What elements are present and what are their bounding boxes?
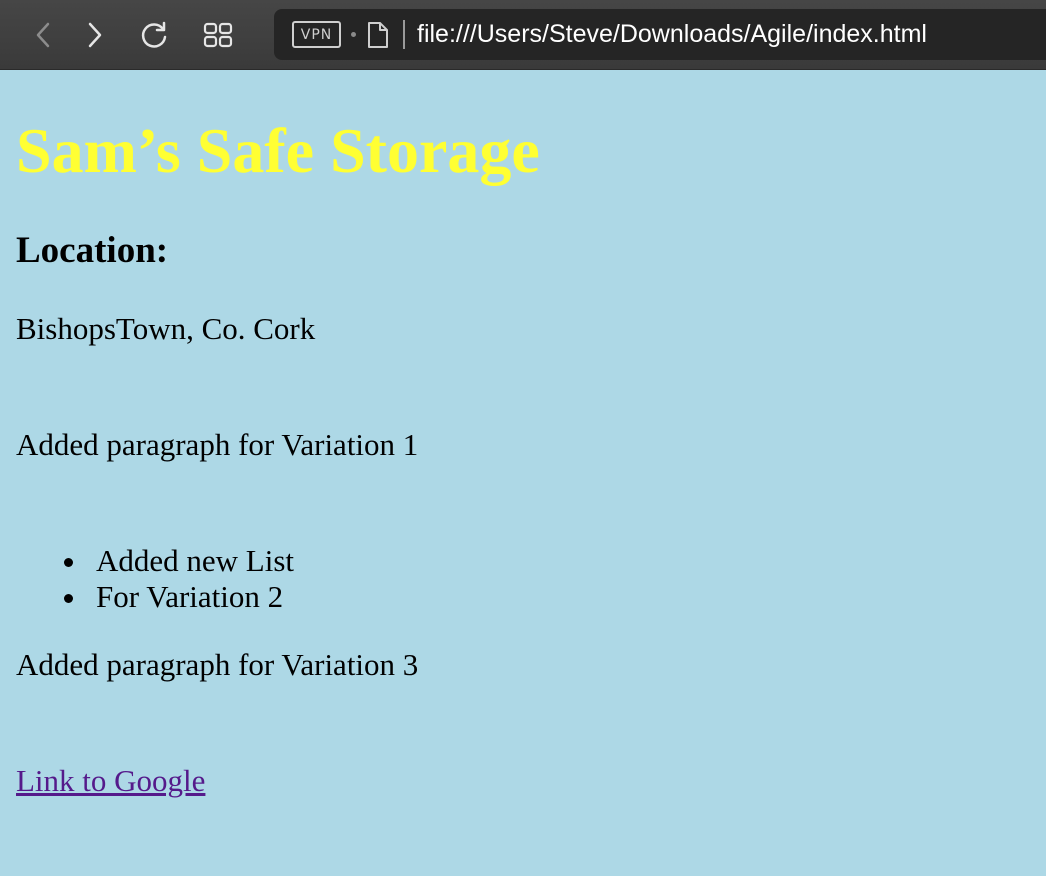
page-icon xyxy=(368,22,388,48)
forward-button[interactable] xyxy=(77,17,113,53)
back-button[interactable] xyxy=(25,17,61,53)
list-item: For Variation 2 xyxy=(64,579,294,615)
page-title: Sam’s Safe Storage xyxy=(16,115,540,186)
address-divider xyxy=(403,20,405,49)
location-text: BishopsTown, Co. Cork xyxy=(16,311,316,346)
browser-toolbar: VPN file:///Users/Steve/Downloads/Agile/… xyxy=(0,0,1046,70)
chevron-right-icon xyxy=(88,22,102,48)
variation-3-paragraph: Added paragraph for Variation 3 xyxy=(16,647,419,682)
separator-dot xyxy=(351,32,356,37)
chevron-left-icon xyxy=(36,22,50,48)
speed-dial-button[interactable] xyxy=(200,17,236,53)
url-text[interactable]: file:///Users/Steve/Downloads/Agile/inde… xyxy=(417,19,927,49)
reload-icon xyxy=(141,21,167,48)
google-link[interactable]: Link to Google xyxy=(16,763,205,799)
list-item: Added new List xyxy=(64,543,294,579)
variation-2-list: Added new List For Variation 2 xyxy=(64,543,294,615)
vpn-badge[interactable]: VPN xyxy=(292,21,341,48)
reload-button[interactable] xyxy=(136,17,172,53)
address-bar[interactable]: VPN file:///Users/Steve/Downloads/Agile/… xyxy=(274,9,1046,60)
variation-1-paragraph: Added paragraph for Variation 1 xyxy=(16,427,419,462)
grid-icon xyxy=(203,22,233,48)
location-heading: Location: xyxy=(16,230,169,271)
